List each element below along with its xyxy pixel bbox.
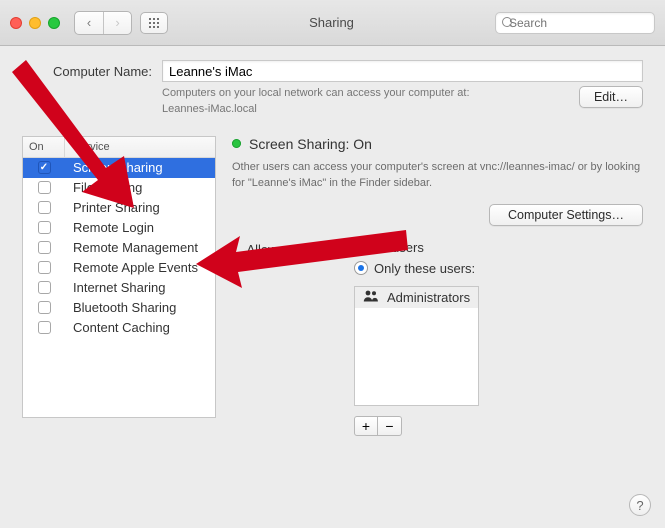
chevron-left-icon: ‹ xyxy=(87,15,91,30)
service-row[interactable]: Screen Sharing xyxy=(23,158,215,178)
zoom-window-button[interactable] xyxy=(48,17,60,29)
service-label: Remote Apple Events xyxy=(65,260,215,275)
service-row[interactable]: Internet Sharing xyxy=(23,278,215,298)
search-field[interactable] xyxy=(495,12,655,34)
computer-settings-button[interactable]: Computer Settings… xyxy=(489,204,643,226)
service-row[interactable]: Remote Login xyxy=(23,218,215,238)
radio-icon xyxy=(354,261,368,275)
search-input[interactable] xyxy=(507,15,665,31)
service-checkbox[interactable] xyxy=(38,161,51,174)
service-checkbox[interactable] xyxy=(38,221,51,234)
remove-user-button[interactable]: − xyxy=(378,416,402,436)
service-row[interactable]: Bluetooth Sharing xyxy=(23,298,215,318)
chevron-right-icon: › xyxy=(115,15,119,30)
access-radio-only[interactable]: Only these users: xyxy=(354,261,479,276)
services-table-header: On Service xyxy=(23,137,215,158)
access-section: Allow access for: All users Only these u… xyxy=(232,240,643,436)
service-checkbox[interactable] xyxy=(38,321,51,334)
service-label: Internet Sharing xyxy=(65,280,215,295)
service-label: Screen Sharing xyxy=(65,160,215,175)
service-label: Bluetooth Sharing xyxy=(65,300,215,315)
service-row[interactable]: Content Caching xyxy=(23,318,215,338)
close-window-button[interactable] xyxy=(10,17,22,29)
computer-name-row: Computer Name: xyxy=(22,60,643,82)
service-detail-pane: Screen Sharing: On Other users can acces… xyxy=(232,136,643,436)
add-user-button[interactable]: + xyxy=(354,416,378,436)
service-label: Remote Management xyxy=(65,240,215,255)
status-description: Other users can access your computer's s… xyxy=(232,160,643,192)
nav-back-forward: ‹ › xyxy=(74,11,132,35)
access-radio-all[interactable]: All users xyxy=(354,240,479,255)
service-row[interactable]: Remote Management xyxy=(23,238,215,258)
col-header-service: Service xyxy=(65,137,215,157)
service-checkbox[interactable] xyxy=(38,181,51,194)
radio-icon xyxy=(354,240,368,254)
grid-icon xyxy=(148,17,160,29)
show-all-button[interactable] xyxy=(140,12,168,34)
service-label: Remote Login xyxy=(65,220,215,235)
help-icon: ? xyxy=(636,498,643,513)
access-label: Allow access for: xyxy=(232,240,344,257)
service-row[interactable]: Remote Apple Events xyxy=(23,258,215,278)
services-table: On Service Screen Sharing File Sharing Pri… xyxy=(22,136,216,418)
computer-name-hint: Computers on your local network can acce… xyxy=(162,86,643,118)
computer-name-label: Computer Name: xyxy=(22,64,152,79)
computer-name-input[interactable] xyxy=(162,60,643,82)
service-checkbox[interactable] xyxy=(38,281,51,294)
service-checkbox[interactable] xyxy=(38,261,51,274)
status-dot-icon xyxy=(232,139,241,148)
window-controls xyxy=(10,17,60,29)
edit-button[interactable]: Edit… xyxy=(579,86,643,108)
minimize-window-button[interactable] xyxy=(29,17,41,29)
services-table-body: Screen Sharing File Sharing Printer Sharin… xyxy=(23,158,215,417)
hint-line-1: Computers on your local network can acce… xyxy=(162,87,470,99)
user-row[interactable]: Administrators xyxy=(355,287,478,308)
service-row[interactable]: File Sharing xyxy=(23,178,215,198)
titlebar: ‹ › Sharing xyxy=(0,0,665,46)
service-label: Content Caching xyxy=(65,320,215,335)
back-button[interactable]: ‹ xyxy=(75,12,103,34)
service-checkbox[interactable] xyxy=(38,301,51,314)
status-title: Screen Sharing: On xyxy=(249,136,372,152)
service-checkbox[interactable] xyxy=(38,201,51,214)
window-title: Sharing xyxy=(176,15,487,30)
users-icon xyxy=(363,290,379,305)
users-list[interactable]: Administrators xyxy=(354,286,479,406)
service-label: File Sharing xyxy=(65,180,215,195)
radio-label-only: Only these users: xyxy=(374,261,475,276)
radio-label-all: All users xyxy=(374,240,424,255)
plus-icon: + xyxy=(362,419,370,433)
forward-button[interactable]: › xyxy=(103,12,131,34)
minus-icon: − xyxy=(385,419,393,433)
add-remove-controls: + − xyxy=(354,416,479,436)
content-area: Computer Name: Computers on your local n… xyxy=(0,46,665,528)
service-label: Printer Sharing xyxy=(65,200,215,215)
user-row-label: Administrators xyxy=(387,290,470,305)
service-checkbox[interactable] xyxy=(38,241,51,254)
col-header-on: On xyxy=(23,137,65,157)
hint-line-2: Leannes-iMac.local xyxy=(162,103,257,115)
service-row[interactable]: Printer Sharing xyxy=(23,198,215,218)
help-button[interactable]: ? xyxy=(629,494,651,516)
service-status: Screen Sharing: On xyxy=(232,136,643,152)
